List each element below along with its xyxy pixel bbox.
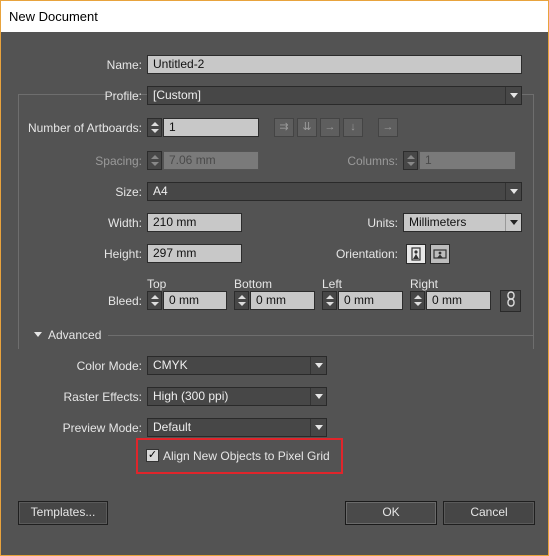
link-icon[interactable] (500, 290, 521, 312)
profile-value: [Custom] (153, 88, 202, 102)
profile-label: Profile: (104, 89, 142, 103)
color-mode-value: CMYK (153, 358, 188, 372)
preview-mode-dropdown[interactable]: Default (147, 418, 327, 437)
arrange-by-row-icon[interactable]: → (320, 118, 340, 137)
chevron-down-icon (310, 419, 326, 436)
new-document-dialog: New Document Name: Untitled-2 Profile: [… (0, 0, 549, 556)
preview-mode-value: Default (153, 420, 192, 434)
landscape-orientation-button[interactable] (430, 244, 450, 264)
bleed-top-input[interactable]: 0 mm (163, 291, 227, 310)
units-dropdown[interactable]: Millimeters (403, 213, 522, 232)
pixel-grid-checkbox[interactable]: ✓ (146, 449, 159, 462)
bleed-left-stepper[interactable] (322, 291, 337, 310)
ok-button[interactable]: OK (345, 501, 437, 525)
title-bar: New Document (1, 1, 548, 32)
raster-effects-dropdown[interactable]: High (300 ppi) (147, 387, 327, 406)
raster-effects-value: High (300 ppi) (153, 389, 229, 403)
height-label: Height: (103, 247, 142, 261)
size-label: Size: (115, 185, 142, 199)
chevron-down-icon (505, 87, 521, 104)
grid-by-row-icon[interactable]: ⇉ (274, 118, 294, 137)
height-input[interactable]: 297 mm (147, 244, 242, 263)
width-label: Width: (107, 216, 142, 230)
columns-stepper[interactable] (403, 151, 418, 170)
raster-effects-label: Raster Effects: (63, 390, 142, 404)
bleed-bottom-input[interactable]: 0 mm (250, 291, 315, 310)
size-value: A4 (153, 184, 168, 198)
grid-by-column-icon[interactable]: ⇊ (297, 118, 317, 137)
preview-mode-label: Preview Mode: (62, 421, 142, 435)
size-dropdown[interactable]: A4 (147, 182, 522, 201)
chevron-down-icon (310, 357, 326, 374)
name-label: Name: (106, 58, 142, 72)
units-value: Millimeters (409, 215, 467, 229)
artboards-stepper[interactable] (147, 118, 162, 137)
bleed-right-label: Right (410, 277, 439, 291)
bleed-left-label: Left (322, 277, 343, 291)
spacing-label: Spacing: (95, 154, 142, 168)
bleed-top-stepper[interactable] (147, 291, 162, 310)
chevron-down-icon (505, 183, 521, 200)
profile-dropdown[interactable]: [Custom] (147, 86, 522, 105)
bleed-right-input[interactable]: 0 mm (426, 291, 491, 310)
landscape-icon (433, 249, 447, 259)
cancel-button[interactable]: Cancel (443, 501, 535, 525)
color-mode-label: Color Mode: (76, 359, 142, 373)
name-input[interactable]: Untitled-2 (147, 55, 522, 74)
columns-input[interactable]: 1 (419, 151, 516, 170)
chevron-down-icon (505, 214, 521, 231)
artboards-label: Number of Artboards: (27, 121, 142, 135)
color-mode-dropdown[interactable]: CMYK (147, 356, 327, 375)
portrait-icon (411, 247, 421, 261)
advanced-label[interactable]: Advanced (48, 328, 101, 342)
columns-label: Columns: (347, 154, 398, 168)
bleed-top-label: Top (147, 277, 167, 291)
chevron-down-icon (310, 388, 326, 405)
spacing-stepper[interactable] (147, 151, 162, 170)
units-label: Units: (367, 216, 398, 230)
width-input[interactable]: 210 mm (147, 213, 242, 232)
spacing-input[interactable]: 7.06 mm (163, 151, 259, 170)
bleed-left-input[interactable]: 0 mm (338, 291, 403, 310)
advanced-divider (108, 335, 534, 336)
rtl-layout-icon[interactable]: → (378, 118, 398, 137)
bleed-bottom-label: Bottom (234, 277, 273, 291)
templates-button[interactable]: Templates... (18, 501, 108, 525)
expand-triangle-icon[interactable] (34, 332, 42, 337)
bleed-right-stepper[interactable] (410, 291, 425, 310)
arrange-by-column-icon[interactable]: ↓ (343, 118, 363, 137)
orientation-label: Orientation: (335, 247, 398, 261)
chain-link-icon (506, 291, 515, 307)
artboards-input[interactable]: 1 (163, 118, 259, 137)
pixel-grid-label[interactable]: Align New Objects to Pixel Grid (163, 449, 330, 463)
bleed-label: Bleed: (107, 294, 142, 308)
portrait-orientation-button[interactable] (406, 244, 426, 264)
window-title: New Document (9, 9, 98, 24)
bleed-bottom-stepper[interactable] (234, 291, 249, 310)
